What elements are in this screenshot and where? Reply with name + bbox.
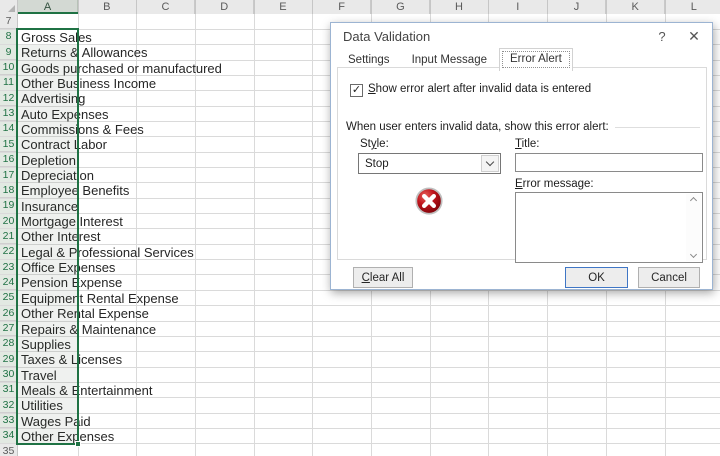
gridline-vertical (312, 14, 314, 456)
show-error-alert-label: Show error alert after invalid data is e… (368, 83, 592, 95)
row-header-25[interactable]: 25 (0, 290, 17, 306)
row-header-22[interactable]: 22 (0, 244, 17, 260)
row-header-10[interactable]: 10 (0, 60, 17, 76)
show-error-alert-checkbox[interactable]: ✓ (350, 84, 363, 97)
textarea-scrollbar[interactable] (686, 194, 701, 261)
selection-fill (18, 45, 77, 443)
scroll-up-icon[interactable] (689, 196, 698, 205)
style-dropdown[interactable]: Stop (358, 153, 501, 174)
row-header-8[interactable]: 8 (0, 29, 17, 45)
row-header-11[interactable]: 11 (0, 75, 17, 91)
row-header-30[interactable]: 30 (0, 367, 17, 383)
select-all-corner[interactable] (0, 0, 18, 14)
column-header-d[interactable]: D (195, 0, 255, 14)
column-header-l[interactable]: L (665, 0, 720, 14)
row-header-15[interactable]: 15 (0, 136, 17, 153)
tab-settings[interactable]: Settings (338, 51, 400, 70)
title-label: Title: (515, 138, 540, 150)
column-header-g[interactable]: G (371, 0, 431, 14)
row-header-26[interactable]: 26 (0, 305, 17, 321)
tab-error-alert[interactable]: Error Alert (499, 48, 573, 71)
row-header-7[interactable]: 7 (0, 14, 17, 30)
gridline-vertical (253, 14, 255, 456)
row-header-29[interactable]: 29 (0, 351, 17, 368)
title-input[interactable] (515, 153, 703, 172)
style-label: Style: (360, 138, 389, 150)
error-message-input[interactable] (515, 192, 703, 263)
row-header-18[interactable]: 18 (0, 182, 17, 199)
scroll-down-icon[interactable] (689, 250, 698, 259)
row-header-9[interactable]: 9 (0, 44, 17, 61)
gridline-vertical (194, 14, 196, 456)
column-header-h[interactable]: H (430, 0, 489, 14)
header-separator (194, 0, 196, 14)
header-separator (488, 0, 490, 14)
row-header-13[interactable]: 13 (0, 106, 17, 122)
error-alert-group: When user enters invalid data, show this… (346, 121, 700, 133)
selection-range (16, 28, 81, 447)
header-separator (312, 0, 314, 14)
dialog-titlebar[interactable]: Data Validation ? ✕ (331, 23, 712, 49)
header-separator (605, 0, 607, 14)
row-header-33[interactable]: 33 (0, 413, 17, 429)
dialog-title: Data Validation (343, 29, 431, 44)
clear-all-button[interactable]: Clear All (353, 267, 413, 288)
header-separator (429, 0, 431, 14)
column-header-f[interactable]: F (312, 0, 372, 14)
column-header-e[interactable]: E (254, 0, 313, 14)
column-header-i[interactable]: I (488, 0, 548, 14)
header-separator (136, 0, 138, 14)
excel-window: ABCDEFGHIJKL 7 8 9 10 11 12 13 14 15 16 17 18 19 20 21… (0, 0, 720, 456)
cancel-button[interactable]: Cancel (638, 267, 700, 288)
row-header-21[interactable]: 21 (0, 228, 17, 245)
dropdown-arrow-button[interactable] (481, 155, 499, 172)
row-header-12[interactable]: 12 (0, 90, 17, 107)
chevron-down-icon (485, 157, 495, 167)
header-separator (253, 0, 255, 14)
checkmark-icon: ✓ (351, 84, 362, 96)
select-all-triangle-icon (8, 5, 15, 12)
data-validation-dialog: Data Validation ? ✕ Settings Input Messag… (330, 22, 713, 290)
column-header-k[interactable]: K (606, 0, 665, 14)
row-header-17[interactable]: 17 (0, 167, 17, 183)
style-dropdown-value: Stop (365, 158, 389, 170)
stop-error-icon (415, 187, 443, 215)
row-header-19[interactable]: 19 (0, 198, 17, 214)
group-divider (614, 127, 700, 128)
row-header-31[interactable]: 31 (0, 382, 17, 398)
help-button[interactable]: ? (650, 25, 674, 47)
row-header-24[interactable]: 24 (0, 274, 17, 291)
tab-input-message[interactable]: Input Message (402, 51, 497, 70)
row-header-16[interactable]: 16 (0, 152, 17, 168)
gridline-horizontal (0, 412, 720, 414)
close-button[interactable]: ✕ (682, 25, 706, 47)
group-label: When user enters invalid data, show this… (346, 121, 609, 133)
row-header-23[interactable]: 23 (0, 259, 17, 275)
column-header-b[interactable]: B (78, 0, 137, 14)
row-header-34[interactable]: 34 (0, 428, 17, 444)
header-separator (547, 0, 549, 14)
row-header-27[interactable]: 27 (0, 321, 17, 337)
tab-strip: Settings Input Message Error Alert (338, 48, 573, 71)
selected-column-accent (18, 11, 78, 14)
fill-handle[interactable] (75, 441, 81, 447)
row-header-32[interactable]: 32 (0, 397, 17, 414)
row-header-20[interactable]: 20 (0, 213, 17, 229)
header-separator (664, 0, 666, 14)
row-header-14[interactable]: 14 (0, 121, 17, 137)
row-header-28[interactable]: 28 (0, 336, 17, 352)
error-message-label: Error message: (515, 178, 594, 190)
column-header-j[interactable]: J (547, 0, 607, 14)
ok-button[interactable]: OK (565, 267, 628, 288)
header-separator (371, 0, 372, 14)
column-header-c[interactable]: C (136, 0, 196, 14)
row-header-35[interactable]: 35 (0, 443, 17, 456)
